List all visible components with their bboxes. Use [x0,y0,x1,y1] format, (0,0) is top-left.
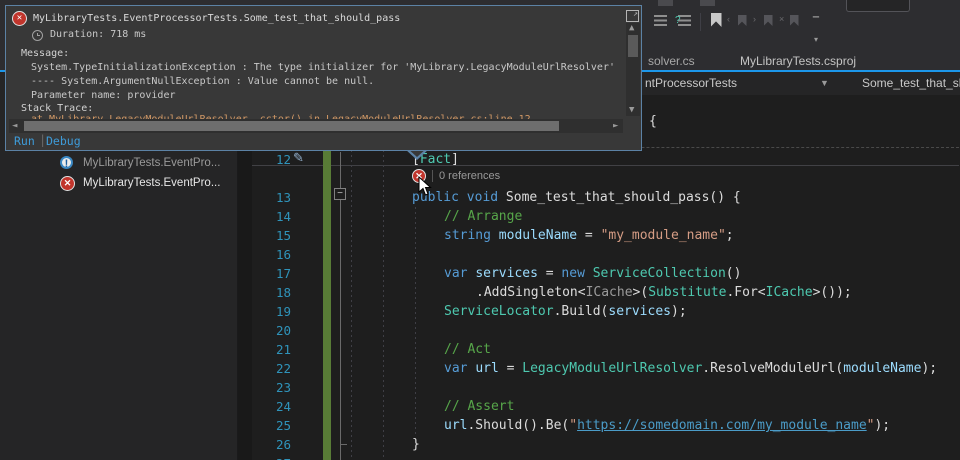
line-number: 21 [255,340,291,359]
test-item-label: MyLibraryTests.EventPro... [83,175,220,192]
line-number: 25 [255,416,291,435]
run-link[interactable]: Run [14,134,35,148]
code-line: .AddSingleton<ICache>(Substitute.For<ICa… [476,283,852,302]
line-number: 18 [255,283,291,302]
indent-guide [351,150,352,460]
fold-collapse-button[interactable]: − [334,188,346,200]
scroll-right-icon[interactable]: ► [613,119,618,133]
code-line: // Arrange [444,207,522,226]
code-line: ServiceLocator.Build(services); [444,302,687,321]
breadcrumb-type-dropdown[interactable]: ntProcessorTests [645,72,737,95]
line-number: 12 [255,150,291,169]
fold-end-tick [340,444,347,445]
code-line: url.Should().Be("https://somedomain.com/… [444,416,890,435]
line-number: 15 [255,226,291,245]
tooltip-test-name: MyLibraryTests.EventProcessorTests.Some_… [33,13,400,24]
toolbar-separator [700,13,701,31]
test-item-failed[interactable]: ✕ MyLibraryTests.EventPro... [60,175,230,194]
chevron-down-icon[interactable]: ▼ [820,72,829,95]
codelens-separator [432,170,433,182]
vs-ide-window: ? ‹ › × ▔▾ solver.cs MyLibraryTests.cspr… [0,0,960,460]
clipped-combobox[interactable] [846,0,910,12]
code-line: } [412,435,420,454]
test-skipped-icon: ! [60,156,73,169]
tooltip-message-label: Message: [21,48,69,59]
mouse-cursor [418,176,432,197]
code-line: var url = LegacyModuleUrlResolver.Resolv… [444,359,937,378]
line-number: 23 [255,378,291,397]
tooltip-inner-exception: ---- System.ArgumentNullException : Valu… [31,76,374,87]
scroll-left-icon[interactable]: ◄ [12,119,17,133]
code-line: // Assert [444,397,514,416]
indent-guide [383,150,384,460]
test-item-label: MyLibraryTests.EventPro... [83,155,220,172]
test-failed-icon: ✕ [12,11,27,26]
bookmark-clear-icon[interactable]: × [784,13,804,31]
test-result-tooltip: ✕ MyLibraryTests.EventProcessorTests.Som… [5,5,642,151]
code-line: { [649,112,657,131]
bookmark-prev-icon[interactable]: ‹ [732,13,752,31]
edit-pencil-icon: ✎ [293,150,304,166]
scroll-up-icon[interactable]: ▲ [629,21,634,35]
bookmark-next-icon[interactable]: › [758,13,778,31]
line-number: 19 [255,302,291,321]
line-number: 26 [255,435,291,454]
code-line: // Act [444,340,491,359]
tooltip-param-name: Parameter name: provider [31,90,176,101]
debug-link[interactable]: Debug [46,134,81,148]
tooltip-horizontal-scrollbar[interactable]: ◄ ► [9,119,623,133]
tooltip-vertical-scrollbar[interactable]: ▲ ▼ [626,23,640,116]
scrollbar-thumb[interactable] [24,121,559,131]
codelens-references[interactable]: 0 references [439,170,500,183]
line-number: 14 [255,207,291,226]
line-number: 20 [255,321,291,340]
clipped-toolbar-icon[interactable] [700,0,715,6]
line-number: 17 [255,264,291,283]
tooltip-duration: Duration: 718 ms [50,29,146,40]
breadcrumb-member-dropdown[interactable]: Some_test_that_should [862,72,960,95]
tooltip-exception-line: System.TypeInitializationException : The… [31,62,621,73]
tooltip-stack-label: Stack Trace: [21,103,93,114]
scroll-down-icon[interactable]: ▼ [629,103,634,117]
change-tracking-bar [323,150,331,460]
toolbar-overflow-chevron[interactable]: ▔▾ [806,13,826,31]
line-number: 13 [255,188,291,207]
line-number: 22 [255,359,291,378]
code-line: var services = new ServiceCollection() [444,264,741,283]
question-lines-icon[interactable]: ? [674,13,694,31]
bookmark-icon[interactable] [706,13,726,31]
tab-resolver-cs[interactable]: solver.cs [648,52,695,70]
indent-guide [415,207,416,435]
indent-lines-icon[interactable] [650,13,670,31]
test-item-skipped[interactable]: ! MyLibraryTests.EventPro... [60,155,230,174]
code-line: public void Some_test_that_should_pass()… [412,188,741,207]
clock-icon [32,30,43,41]
scrollbar-thumb[interactable] [628,35,638,57]
clipped-toolbar-icon[interactable] [658,0,673,6]
code-line: string moduleName = "my_module_name"; [444,226,734,245]
tab-mylibrarytests-csproj[interactable]: MyLibraryTests.csproj [740,52,856,70]
test-failed-icon: ✕ [60,176,75,191]
line-number: 24 [255,397,291,416]
line-number: 27 [255,454,291,460]
line-number: 16 [255,245,291,264]
